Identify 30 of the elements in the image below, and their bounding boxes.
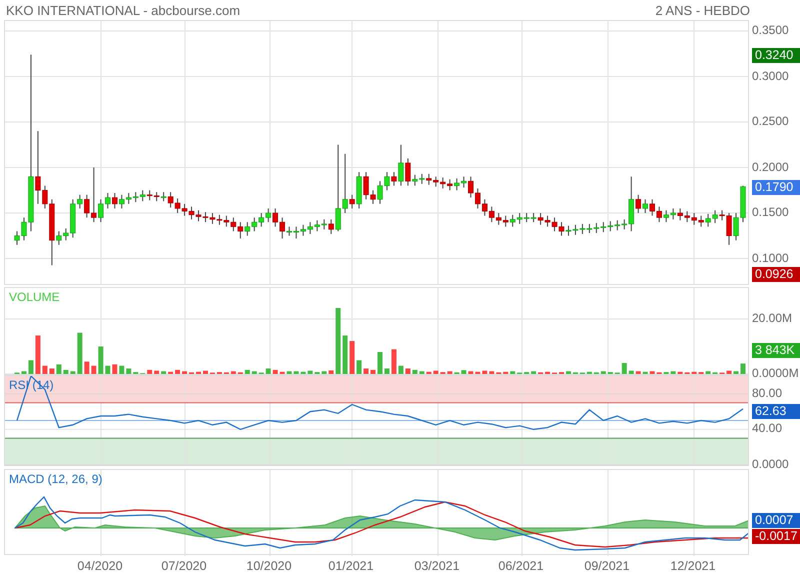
- price-axis-label: 0.3000: [752, 68, 789, 82]
- volume-axis-label: 0.0000M: [752, 366, 799, 380]
- macd-label: MACD (12, 26, 9): [9, 472, 102, 486]
- rsi-axis-label: 0.0000: [752, 457, 789, 471]
- macd-tag: 0.0007: [752, 513, 800, 528]
- price-axis-label: 0.3500: [752, 23, 789, 37]
- date-axis-label: 09/2021: [583, 559, 631, 573]
- date-axis-label: 01/2021: [327, 559, 375, 573]
- date-axis-label: 07/2020: [160, 559, 208, 573]
- macd-tag: -0.0017: [752, 529, 800, 544]
- period-label: 2 ANS - HEBDO: [655, 2, 750, 18]
- rsi-tag: 62.63: [752, 404, 800, 420]
- price-tag: 0.1790: [752, 180, 800, 195]
- rsi-axis-label: 80.00: [752, 386, 782, 400]
- date-axis-label: 06/2021: [497, 559, 545, 573]
- price-axis-label: 0.1500: [752, 205, 789, 220]
- rsi-axis-label: 40.00: [752, 421, 782, 436]
- date-axis-label: 04/2020: [76, 559, 124, 573]
- volume-axis-label: 20.00M: [752, 311, 792, 325]
- date-axis-label: 03/2021: [413, 559, 461, 573]
- price-axis-label: 0.2000: [752, 160, 789, 174]
- chart-title: KKO INTERNATIONAL - abcbourse.com: [6, 2, 240, 18]
- volume-tag: 3 843K: [752, 343, 800, 358]
- date-axis-label: 10/2020: [245, 559, 293, 573]
- price-axis-label: 0.2500: [752, 114, 789, 128]
- volume-label: VOLUME: [9, 290, 60, 304]
- date-axis-label: 12/2021: [669, 559, 717, 573]
- price-axis-label: 0.1000: [752, 250, 789, 265]
- price-tag: 0.0926: [752, 267, 800, 282]
- price-tag: 0.3240: [752, 48, 800, 63]
